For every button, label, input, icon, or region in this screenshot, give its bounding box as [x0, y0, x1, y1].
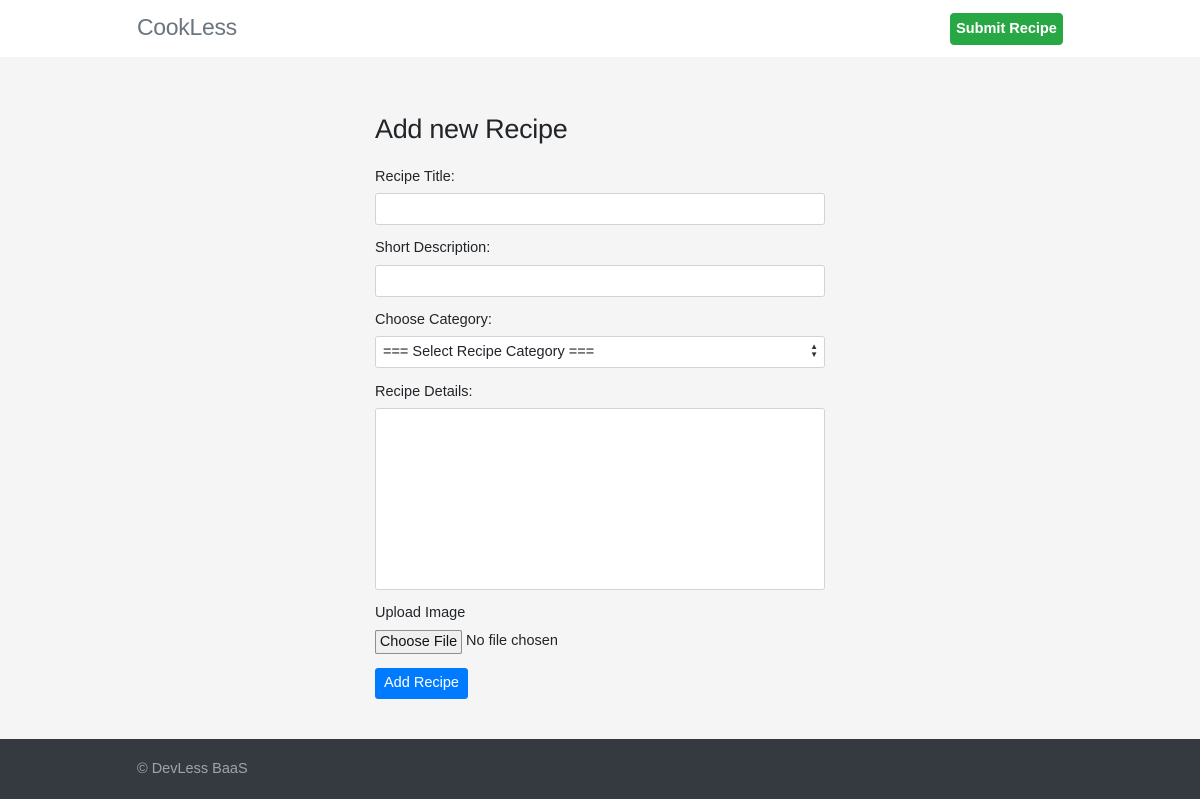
- details-label: Recipe Details:: [375, 384, 825, 400]
- file-status: No file chosen: [466, 633, 558, 649]
- short-description-label: Short Description:: [375, 240, 825, 256]
- category-select[interactable]: === Select Recipe Category === ▲▼: [375, 336, 825, 368]
- select-arrows-icon: ▲▼: [810, 343, 818, 359]
- submit-recipe-button[interactable]: Submit Recipe: [950, 13, 1063, 45]
- category-label: Choose Category:: [375, 312, 825, 328]
- footer-copyright: © DevLess BaaS: [137, 761, 248, 777]
- recipe-title-label: Recipe Title:: [375, 169, 825, 185]
- short-description-input[interactable]: [375, 265, 825, 297]
- choose-file-button[interactable]: Choose File: [375, 630, 462, 654]
- brand-logo[interactable]: CookLess: [137, 14, 237, 41]
- category-select-value: === Select Recipe Category ===: [383, 344, 594, 360]
- upload-image-label: Upload Image: [375, 605, 825, 621]
- navbar: CookLess Submit Recipe: [0, 0, 1200, 57]
- add-recipe-button[interactable]: Add Recipe: [375, 668, 468, 699]
- page-title: Add new Recipe: [375, 114, 825, 145]
- footer: © DevLess BaaS: [0, 739, 1200, 799]
- recipe-title-input[interactable]: [375, 193, 825, 225]
- recipe-details-textarea[interactable]: [375, 408, 825, 590]
